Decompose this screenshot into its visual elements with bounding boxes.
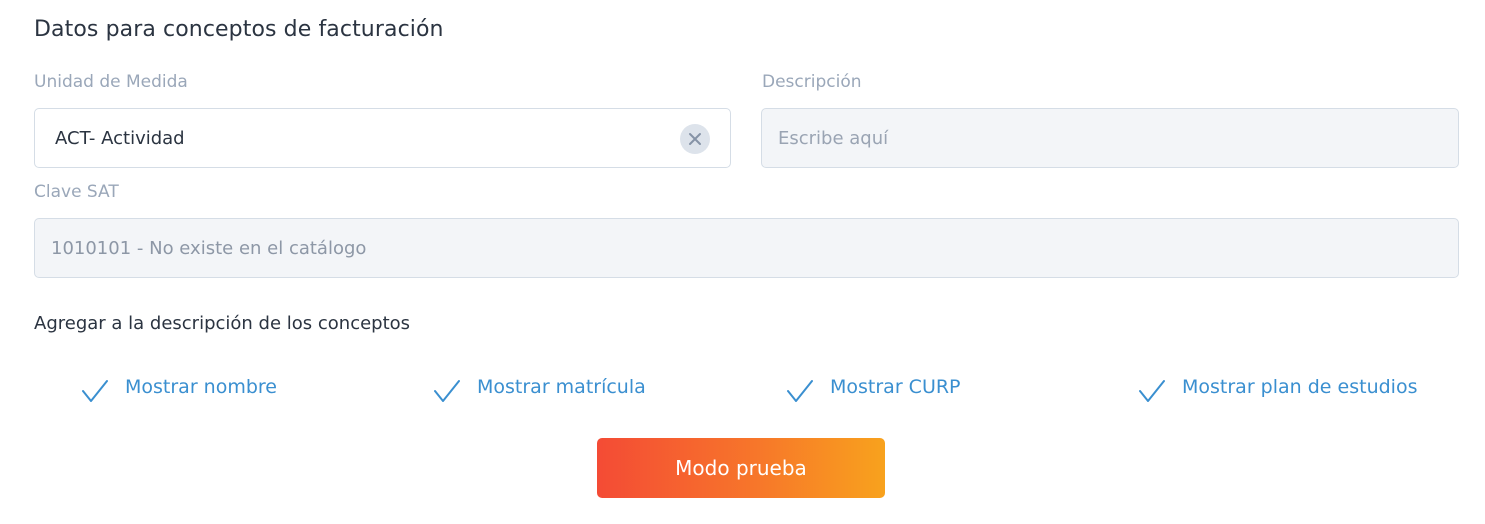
close-icon	[689, 133, 701, 145]
check-icon	[787, 380, 813, 402]
option-mostrar-nombre[interactable]: Mostrar nombre	[81, 370, 277, 404]
unidad-label: Unidad de Medida	[34, 72, 188, 92]
descripcion-label: Descripción	[762, 72, 862, 92]
clear-button[interactable]	[680, 124, 710, 154]
clave-sat-value: 1010101 - No existe en el catálogo	[51, 237, 367, 259]
option-label: Mostrar plan de estudios	[1182, 376, 1418, 398]
option-mostrar-plan-de-estudios[interactable]: Mostrar plan de estudios	[1138, 370, 1417, 404]
unidad-select[interactable]: ACT- Actividad	[34, 108, 731, 168]
option-mostrar-curp[interactable]: Mostrar CURP	[786, 370, 961, 404]
check-icon	[434, 380, 460, 402]
option-label: Mostrar nombre	[125, 376, 277, 398]
modo-prueba-button[interactable]: Modo prueba	[597, 438, 885, 498]
clave-sat-label: Clave SAT	[34, 182, 119, 202]
unidad-value: ACT- Actividad	[55, 127, 185, 149]
descripcion-field[interactable]	[761, 108, 1459, 168]
option-mostrar-matricula[interactable]: Mostrar matrícula	[433, 370, 646, 404]
agregar-heading: Agregar a la descripción de los concepto…	[34, 313, 411, 334]
clave-sat-field[interactable]: 1010101 - No existe en el catálogo	[34, 218, 1459, 278]
section-title: Datos para conceptos de facturación	[34, 17, 444, 42]
check-icon	[1139, 380, 1165, 402]
check-icon	[82, 380, 108, 402]
option-label: Mostrar matrícula	[477, 376, 646, 398]
option-label: Mostrar CURP	[830, 376, 961, 398]
descripcion-input[interactable]	[762, 109, 1458, 167]
